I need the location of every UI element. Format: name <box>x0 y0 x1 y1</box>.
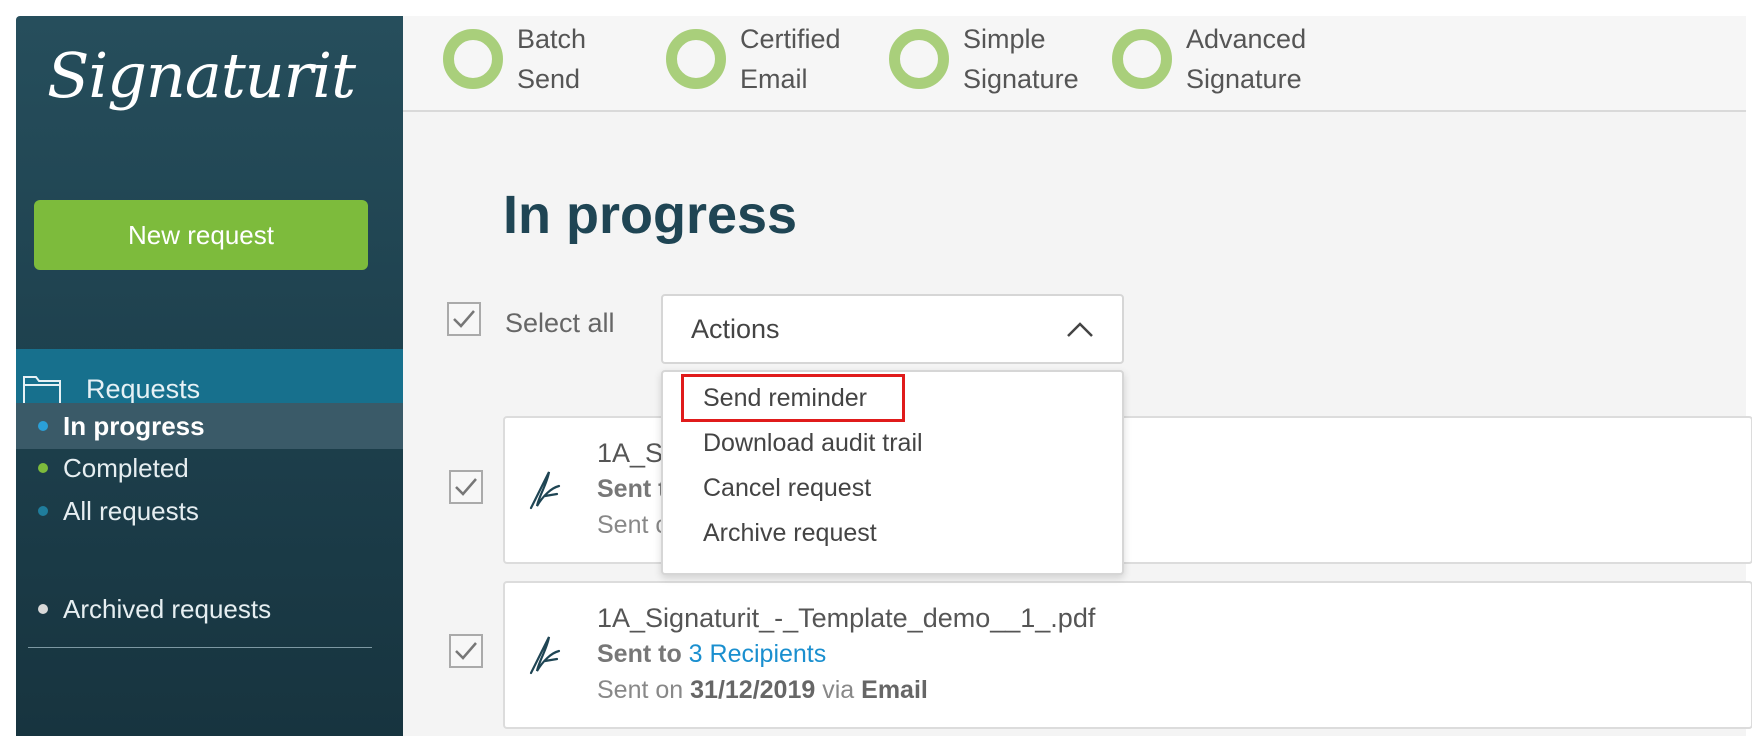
request-sent-to: Sent t <box>597 475 666 504</box>
sidebar-item-archived-requests[interactable]: Archived requests <box>16 586 403 632</box>
request-card[interactable]: 1A_Signaturit_-_Template_demo__1_.pdf Se… <box>503 581 1752 729</box>
sidebar-item-label: In progress <box>63 410 205 441</box>
status-dot-icon <box>38 421 48 431</box>
product-label-line1: Simple <box>963 24 1046 54</box>
sent-channel: Email <box>861 676 928 704</box>
chevron-up-icon <box>1067 322 1093 337</box>
via-label: via <box>822 676 855 704</box>
request-sent-on: Sent on 31/12/2019 via Email <box>597 676 928 705</box>
sent-date: 31/12/2019 <box>690 676 816 704</box>
status-dot-icon <box>38 604 48 614</box>
request-sent-on: Sent c <box>597 511 668 539</box>
request-filename: 1A_Signaturit_-_Template_demo__1_.pdf <box>597 603 1096 633</box>
ring-icon <box>443 29 503 89</box>
checkmark-icon <box>453 310 475 328</box>
signaturit-logo[interactable]: Signaturit <box>16 26 386 136</box>
menu-item-archive-request[interactable]: Archive request <box>703 519 877 548</box>
product-label-line1: Advanced <box>1186 24 1307 54</box>
request-sent-to: Sent to 3 Recipients <box>597 640 826 669</box>
sent-on-label: Sent on <box>597 676 684 704</box>
signature-icon <box>529 471 561 510</box>
sent-to-label: Sent to <box>597 640 682 668</box>
actions-dropdown[interactable]: Actions <box>661 294 1124 364</box>
recipients-link[interactable]: 3 Recipients <box>689 640 827 668</box>
sidebar: Signaturit New request Requests In progr… <box>16 16 403 736</box>
select-all-checkbox[interactable] <box>447 302 481 336</box>
product-label-line1: Batch <box>517 24 587 54</box>
menu-item-send-reminder[interactable]: Send reminder <box>703 384 867 413</box>
product-label-line2: Send <box>517 64 581 94</box>
ring-icon <box>666 29 726 89</box>
sidebar-item-label: Archived requests <box>63 593 272 624</box>
select-all-label: Select all <box>505 308 615 338</box>
status-dot-icon <box>38 506 48 516</box>
actions-menu: Send reminder Download audit trail Cance… <box>661 370 1124 575</box>
sidebar-item-in-progress[interactable]: In progress <box>16 403 403 449</box>
actions-dropdown-label: Actions <box>691 313 780 344</box>
new-request-button[interactable]: New request <box>34 200 368 270</box>
product-advanced-signature[interactable]: Advanced Signature <box>1112 19 1306 99</box>
product-label-line2: Signature <box>963 64 1079 94</box>
menu-item-download-audit-trail[interactable]: Download audit trail <box>703 429 923 458</box>
status-dot-icon <box>38 463 48 473</box>
sidebar-item-all-requests[interactable]: All requests <box>16 488 403 534</box>
signature-icon <box>529 636 561 675</box>
sidebar-divider <box>28 647 372 648</box>
product-batch-send[interactable]: Batch Send <box>443 19 586 99</box>
row-checkbox[interactable] <box>449 634 483 668</box>
ring-icon <box>1112 29 1172 89</box>
sidebar-item-label: Completed <box>63 452 189 483</box>
sidebar-item-completed[interactable]: Completed <box>16 445 403 491</box>
row-checkbox[interactable] <box>449 470 483 504</box>
page-title: In progress <box>503 185 798 245</box>
sidebar-item-requests-label: Requests <box>86 373 201 404</box>
product-certified-email[interactable]: Certified Email <box>666 19 841 99</box>
menu-item-cancel-request[interactable]: Cancel request <box>703 474 871 503</box>
product-label-line1: Certified <box>740 24 841 54</box>
sidebar-item-label: All requests <box>63 495 199 526</box>
request-filename: 1A_S <box>597 438 664 468</box>
product-simple-signature[interactable]: Simple Signature <box>889 19 1079 99</box>
ring-icon <box>889 29 949 89</box>
product-label-line2: Email <box>740 64 808 94</box>
checkmark-icon <box>455 642 477 660</box>
checkmark-icon <box>455 478 477 496</box>
product-label-line2: Signature <box>1186 64 1302 94</box>
sent-to-label: Sent t <box>597 475 667 503</box>
product-topbar: Batch Send Certified Email Simple Signat… <box>403 16 1746 112</box>
